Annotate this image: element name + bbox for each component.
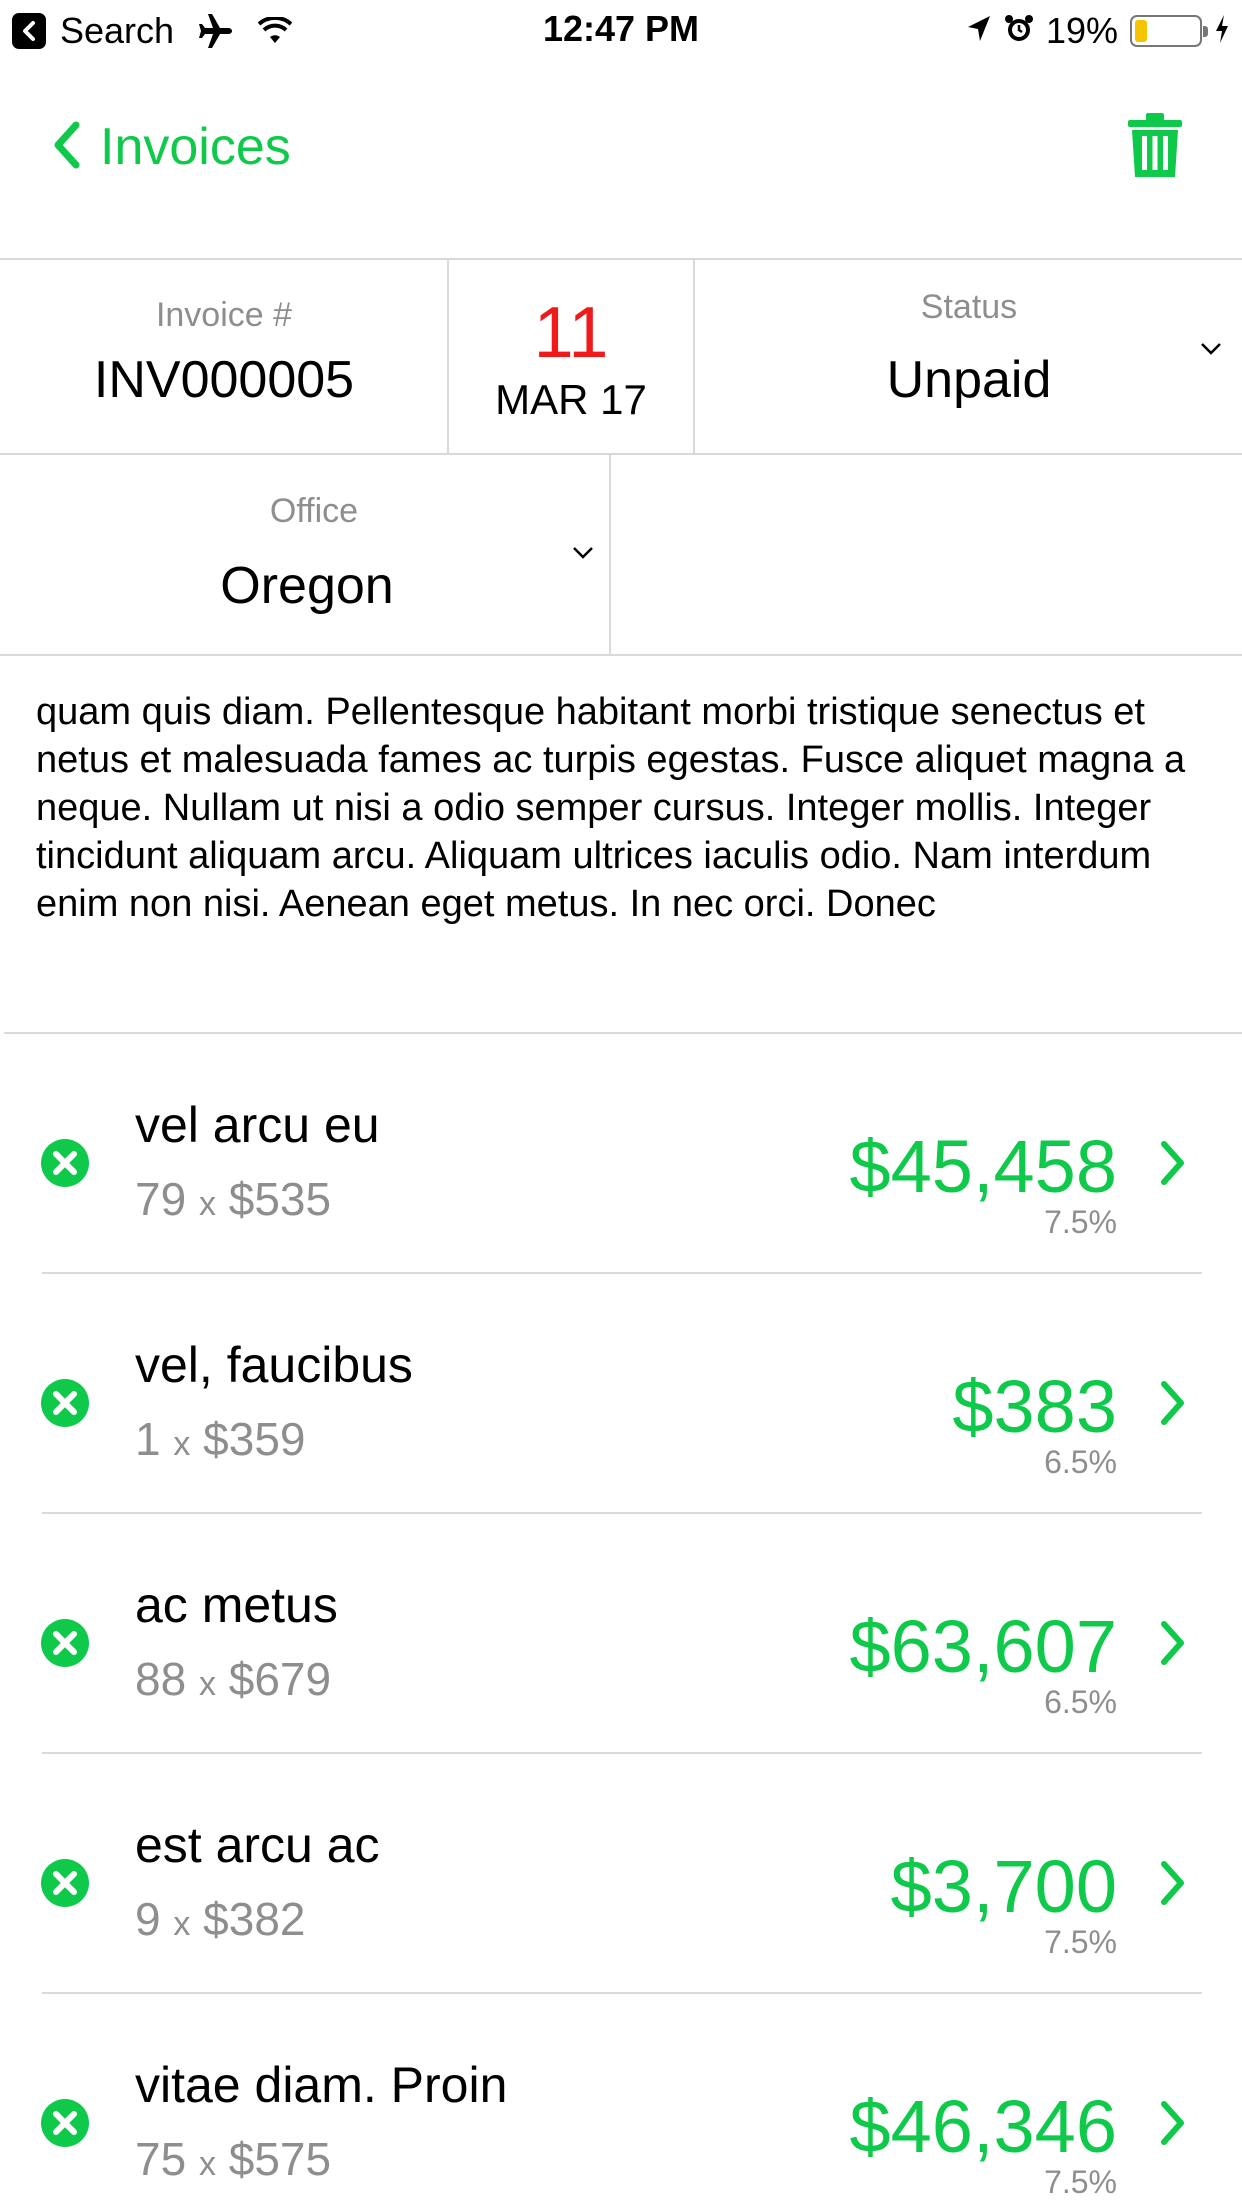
line-item-row[interactable]: vitae diam. Proin 75 x $575 $46,346 7.5% xyxy=(0,1994,1242,2208)
chevron-down-icon xyxy=(1200,342,1222,361)
item-quantity-price: 1 x $359 xyxy=(135,1412,306,1466)
line-item-row[interactable]: ac metus 88 x $679 $63,607 6.5% xyxy=(0,1514,1242,1754)
item-amount: $383 xyxy=(952,1365,1117,1448)
item-quantity: 1 xyxy=(135,1413,161,1465)
chevron-right-icon[interactable] xyxy=(1159,1620,1187,1671)
item-multiply-sign: x xyxy=(198,1185,216,1223)
invoice-date-month: MAR 17 xyxy=(495,376,647,423)
chevron-right-icon[interactable] xyxy=(1159,1140,1187,1191)
battery-percent: 19% xyxy=(1045,10,1118,51)
back-button[interactable]: Invoices xyxy=(52,112,291,182)
item-name: vel, faucibus xyxy=(135,1337,413,1393)
item-name: vitae diam. Proin xyxy=(135,2057,508,2113)
item-tax-rate: 6.5% xyxy=(1044,1444,1117,1480)
status-label: Status xyxy=(920,288,1018,326)
divider xyxy=(0,258,1242,260)
item-amount: $3,700 xyxy=(890,1845,1117,1928)
item-quantity: 9 xyxy=(135,1893,161,1945)
charging-icon xyxy=(1214,14,1230,49)
item-quantity: 79 xyxy=(135,1173,187,1225)
chevron-right-icon[interactable] xyxy=(1159,2100,1187,2151)
battery-cap xyxy=(1203,26,1208,37)
item-name: ac metus xyxy=(135,1577,338,1633)
item-unit-price: $382 xyxy=(203,1893,306,1945)
alarm-icon xyxy=(1004,14,1034,49)
item-tax-rate: 7.5% xyxy=(1044,1924,1117,1960)
chevron-right-icon[interactable] xyxy=(1159,1860,1187,1911)
item-quantity: 75 xyxy=(135,2133,187,2185)
remove-item-icon[interactable] xyxy=(40,1618,90,1668)
item-amount: $45,458 xyxy=(849,1125,1118,1208)
item-amount: $63,607 xyxy=(849,1605,1118,1688)
item-unit-price: $535 xyxy=(228,1173,332,1225)
item-quantity-price: 88 x $679 xyxy=(135,1652,331,1706)
location-icon xyxy=(966,14,992,49)
remove-item-icon[interactable] xyxy=(40,1138,90,1188)
item-quantity-price: 75 x $575 xyxy=(135,2132,331,2186)
invoice-date-day: 11 xyxy=(533,293,609,373)
trash-icon[interactable] xyxy=(1126,112,1184,183)
item-name: est arcu ac xyxy=(135,1817,380,1873)
status-bar-right: 19% xyxy=(966,8,1230,54)
chevron-right-icon[interactable] xyxy=(1159,1380,1187,1431)
invoice-number-label: Invoice # xyxy=(155,296,293,334)
item-unit-price: $575 xyxy=(228,2133,332,2185)
item-tax-rate: 7.5% xyxy=(1044,1204,1117,1240)
office-value: Oregon xyxy=(220,557,394,615)
invoice-number-value: INV000005 xyxy=(93,351,355,409)
status-bar: Search 12:47 PM 19% xyxy=(0,0,1242,60)
office-label: Office xyxy=(269,492,359,530)
item-multiply-sign: x xyxy=(198,1665,216,1703)
item-amount: $46,346 xyxy=(849,2085,1118,2168)
battery-icon xyxy=(1130,15,1208,47)
divider xyxy=(609,455,611,655)
item-quantity: 88 xyxy=(135,1653,187,1705)
item-unit-price: $679 xyxy=(228,1653,332,1705)
back-button-label: Invoices xyxy=(100,118,291,176)
divider xyxy=(0,654,1242,656)
item-multiply-sign: x xyxy=(198,2145,216,2183)
item-quantity-price: 9 x $382 xyxy=(135,1892,306,1946)
line-item-row[interactable]: vel, faucibus 1 x $359 $383 6.5% xyxy=(0,1274,1242,1514)
item-tax-rate: 7.5% xyxy=(1044,2164,1117,2200)
chevron-down-icon xyxy=(572,546,594,565)
line-item-row[interactable]: est arcu ac 9 x $382 $3,700 7.5% xyxy=(0,1754,1242,1994)
remove-item-icon[interactable] xyxy=(40,2098,90,2148)
status-value: Unpaid xyxy=(886,351,1052,409)
item-tax-rate: 6.5% xyxy=(1044,1684,1117,1720)
item-multiply-sign: x xyxy=(173,1425,191,1463)
remove-item-icon[interactable] xyxy=(40,1378,90,1428)
item-name: vel arcu eu xyxy=(135,1097,380,1153)
item-multiply-sign: x xyxy=(173,1905,191,1943)
divider xyxy=(0,453,1242,455)
line-item-row[interactable]: vel arcu eu 79 x $535 $45,458 7.5% xyxy=(0,1034,1242,1274)
battery-level xyxy=(1135,20,1147,42)
item-quantity-price: 79 x $535 xyxy=(135,1172,331,1226)
item-unit-price: $359 xyxy=(203,1413,306,1465)
invoice-notes[interactable]: quam quis diam. Pellentesque habitant mo… xyxy=(36,688,1216,928)
chevron-left-icon xyxy=(52,121,82,174)
navigation-bar: Invoices xyxy=(0,60,1242,258)
remove-item-icon[interactable] xyxy=(40,1858,90,1908)
